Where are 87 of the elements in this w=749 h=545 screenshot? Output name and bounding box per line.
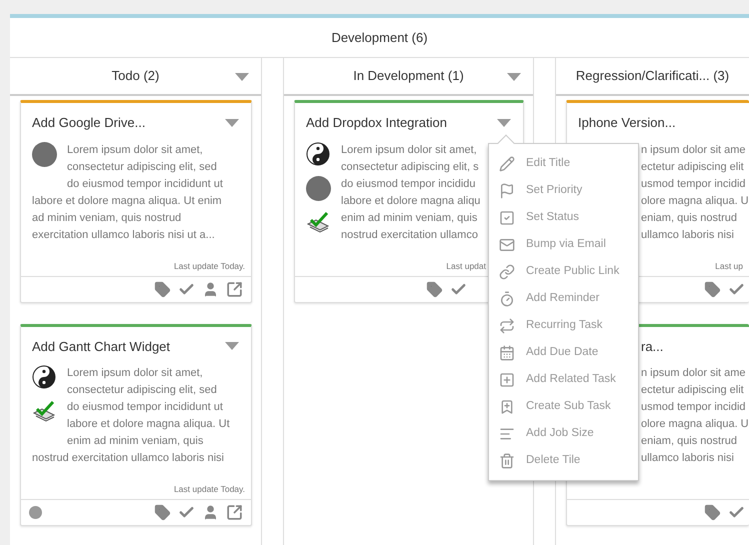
card-title: Add Dropdox Integration	[306, 114, 447, 132]
card-description-line: eniam, quis nostrud	[641, 434, 737, 449]
tag-icon[interactable]	[426, 280, 443, 298]
column-menu-caret[interactable]	[507, 72, 521, 82]
card-menu-caret[interactable]	[497, 118, 511, 128]
card-description-line: consectetur adipiscing elit, sed	[67, 160, 217, 174]
repeat-icon	[499, 318, 515, 334]
card-description-line: ad minim veniam, quis nostrud	[32, 210, 182, 226]
tag-icon[interactable]	[154, 280, 171, 298]
checklist-icon	[32, 399, 56, 423]
card-description-line: do eiusmod tempor incididunt ut	[67, 176, 223, 192]
card-description-line: olore magna aliqua. U	[641, 194, 749, 208]
menu-item[interactable]: Add Job Size	[489, 420, 638, 447]
card-description-line: ectetur adipiscing elit	[641, 160, 744, 174]
card-menu-caret[interactable]	[225, 341, 239, 352]
card-menu-caret[interactable]	[225, 118, 239, 128]
card-description-line: usmod tempor incidid	[641, 400, 746, 415]
photo-placeholder	[32, 142, 57, 166]
bookmark-plus-icon	[499, 398, 515, 414]
yin-yang-icon	[32, 365, 56, 389]
pencil-icon	[499, 156, 515, 172]
card-title: Add Gantt Chart Widget	[32, 338, 170, 356]
card-description-line: nostrud exercitation ullamco	[341, 228, 478, 242]
card-description-line: Lorem ipsum dolor sit amet,	[341, 142, 477, 158]
plus-square-icon	[499, 372, 515, 388]
menu-item[interactable]: Create Sub Task	[489, 393, 638, 420]
checkbox-icon	[499, 210, 515, 226]
envelope-icon	[499, 236, 515, 252]
board-title: Development (6)	[331, 28, 428, 47]
card-description-line: labore et dolore magna aliqu	[341, 194, 480, 208]
column-title: Regression/Clarificati... (3)	[576, 67, 730, 86]
card-description-line: usmod tempor incidid	[641, 176, 746, 192]
last-update-text: Last update Today.	[174, 260, 245, 272]
menu-item[interactable]: Set Status	[489, 204, 638, 231]
menu-item[interactable]: Set Priority	[489, 177, 638, 204]
card-description-line: labore et dolore magna aliqua. Ut enim	[32, 194, 222, 208]
column-menu-caret[interactable]	[235, 72, 249, 82]
card-description-line: do eiusmod tempor incididunt ut	[67, 400, 223, 415]
menu-item[interactable]: Add Related Task	[489, 366, 638, 393]
card-description-line: Lorem ipsum dolor sit amet,	[67, 366, 203, 381]
card-description-line: enim ad minim veniam, quis	[67, 434, 204, 449]
column-title: In Development (1)	[353, 67, 464, 86]
menu-item[interactable]: Add Due Date	[489, 339, 638, 366]
card-description-line: ullamco laboris nisi	[641, 451, 734, 466]
trash-icon	[499, 452, 515, 468]
last-update-text: Last up	[715, 260, 743, 272]
card-description-line: n ipsum dolor sit ame	[641, 366, 746, 381]
last-update-text: Last updat	[446, 260, 486, 272]
card-description-line: labore et dolore magna aliqua. Ut	[67, 417, 230, 432]
lines-icon	[499, 426, 515, 442]
card-description-line: nostrud exercitation ullamco laboris nisi	[32, 451, 224, 466]
checklist-icon	[306, 210, 330, 234]
card-title: Add Google Drive...	[32, 114, 146, 132]
tag-icon[interactable]	[704, 504, 721, 521]
calendar-icon	[499, 344, 515, 360]
card-description-line: enim ad minim veniam, quis	[341, 210, 478, 226]
menu-item[interactable]: Edit Title	[489, 150, 638, 177]
stopwatch-icon	[499, 290, 515, 306]
card-description-line: Lorem ipsum dolor sit amet,	[67, 142, 203, 158]
person-icon[interactable]	[202, 504, 219, 521]
card-title: Iphone Version...	[578, 114, 676, 132]
menu-item[interactable]: Delete Tile	[489, 447, 638, 474]
card-description-line: ectetur adipiscing elit	[641, 383, 744, 398]
external-link-icon[interactable]	[226, 280, 243, 298]
card-description-line: consectetur adipiscing elit, s	[341, 160, 479, 174]
menu-item[interactable]: Bump via Email	[489, 231, 638, 258]
card-title: ra...	[641, 338, 664, 356]
card-description-line: do eiusmod tempor incididu	[341, 176, 476, 192]
card-description-line: consectetur adipiscing elit, sed	[67, 383, 217, 398]
external-link-icon[interactable]	[226, 504, 243, 521]
yin-yang-icon	[306, 142, 330, 166]
tag-icon[interactable]	[704, 280, 721, 298]
menu-item[interactable]: Create Public Link	[489, 258, 638, 285]
last-update-text: Last update Today.	[174, 483, 245, 496]
card-description-line: exercitation ullamco laboris nisi ut a...	[32, 228, 215, 242]
card-description-line: olore magna aliqua. U	[641, 417, 749, 432]
menu-item[interactable]: Recurring Task	[489, 312, 638, 339]
flag-icon	[499, 182, 515, 198]
column-title: Todo (2)	[112, 67, 160, 86]
card-description-line: n ipsum dolor sit ame	[641, 142, 746, 158]
card-description-line: ullamco laboris nisi	[641, 228, 734, 242]
menu-item[interactable]: Add Reminder	[489, 285, 638, 312]
card-description-line: eniam, quis nostrud	[641, 210, 737, 226]
tag-icon[interactable]	[154, 504, 171, 521]
link-icon	[499, 264, 515, 280]
person-icon[interactable]	[202, 280, 219, 298]
photo-placeholder	[306, 176, 331, 200]
